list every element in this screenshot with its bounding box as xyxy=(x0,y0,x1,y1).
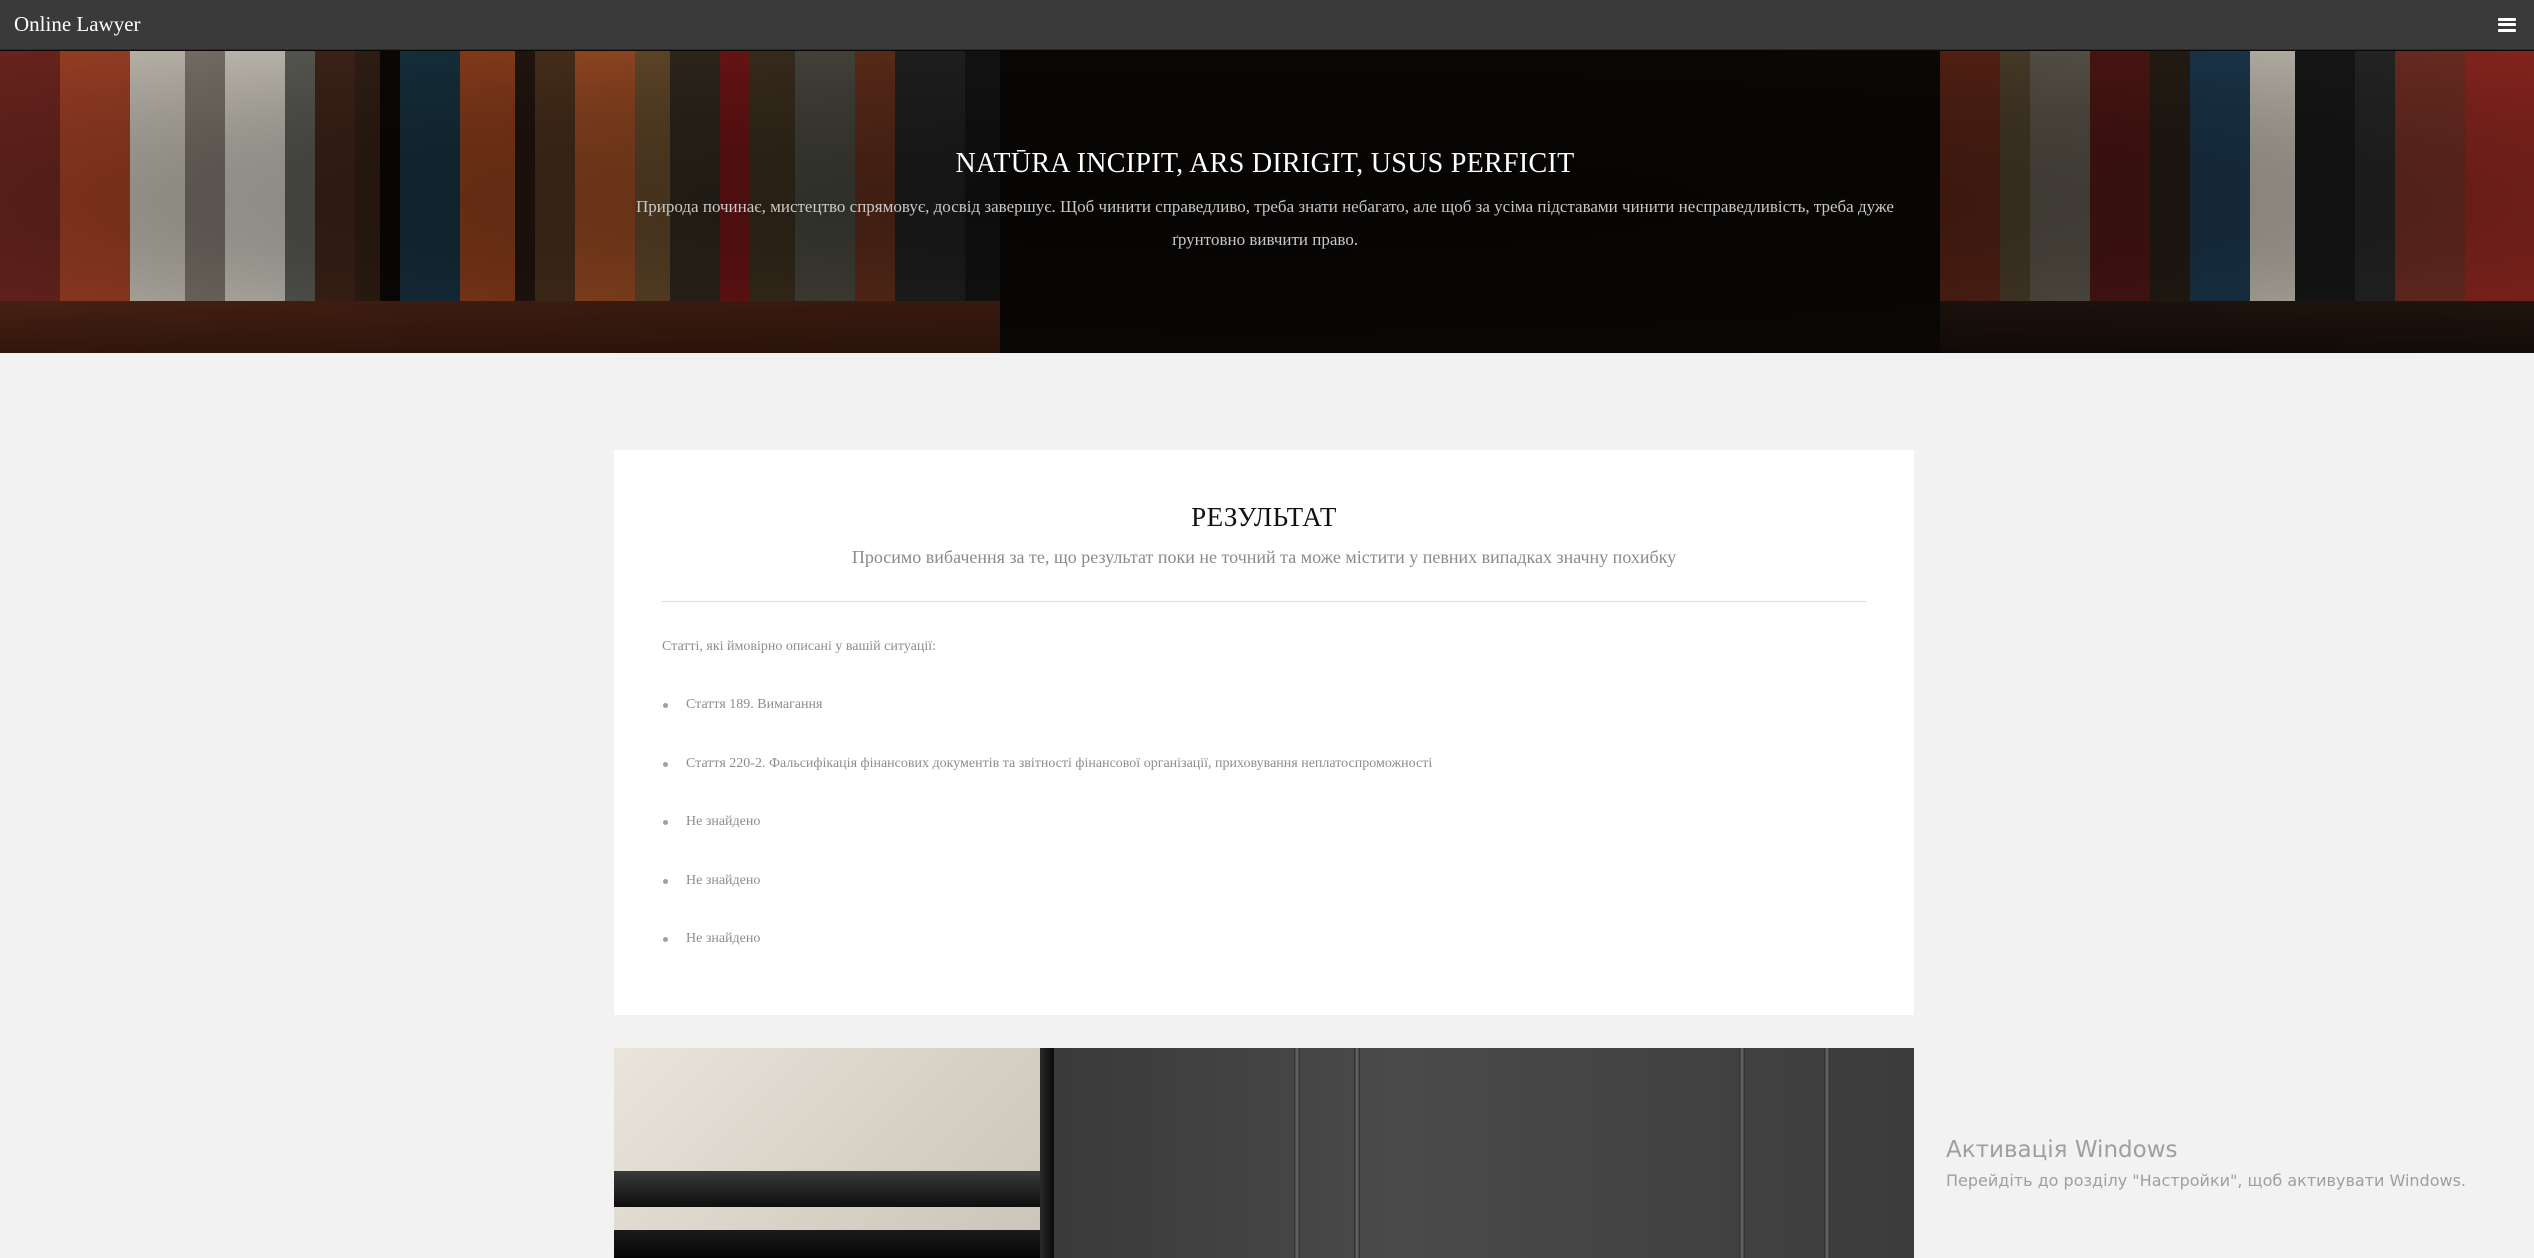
watermark-text: Перейдіть до розділу "Настройки", щоб ак… xyxy=(1946,1171,2466,1190)
top-navbar: Online Lawyer xyxy=(0,0,2534,50)
hero-subtitle: Природа починає, мистецтво спрямовує, до… xyxy=(636,197,1894,249)
list-item: Не знайдено xyxy=(662,814,1866,873)
decorative-photo xyxy=(614,1048,1914,1258)
divider xyxy=(662,601,1866,602)
watermark-title: Активація Windows xyxy=(1946,1137,2178,1163)
list-item: Не знайдено xyxy=(662,931,1866,990)
hero-title: NATŪRA INCIPIT, ARS DIRIGIT, USUS PERFIC… xyxy=(955,148,1575,179)
result-title: РЕЗУЛЬТАТ xyxy=(1191,502,1337,532)
hero-banner: NATŪRA INCIPIT, ARS DIRIGIT, USUS PERFIC… xyxy=(0,50,2534,353)
result-card: РЕЗУЛЬТАТ Просимо вибачення за те, що ре… xyxy=(614,450,1914,1015)
hero-text: NATŪRA INCIPIT, ARS DIRIGIT, USUS PERFIC… xyxy=(620,148,1910,256)
windows-activation-watermark: Активація Windows Перейдіть до розділу "… xyxy=(1946,1137,2466,1190)
result-subtitle: Просимо вибачення за те, що результат по… xyxy=(851,547,1677,567)
articles-intro: Статті, які ймовірно описані у вашій сит… xyxy=(662,639,936,654)
brand-link[interactable]: Online Lawyer xyxy=(14,12,141,37)
hamburger-menu-icon[interactable] xyxy=(2498,17,2516,32)
list-item: Стаття 220-2. Фальсифікація фінансових д… xyxy=(662,756,1866,815)
list-item: Стаття 189. Вимагання xyxy=(662,697,1866,756)
list-item: Не знайдено xyxy=(662,873,1866,932)
articles-list: Стаття 189. Вимагання Стаття 220-2. Фаль… xyxy=(662,697,1866,990)
